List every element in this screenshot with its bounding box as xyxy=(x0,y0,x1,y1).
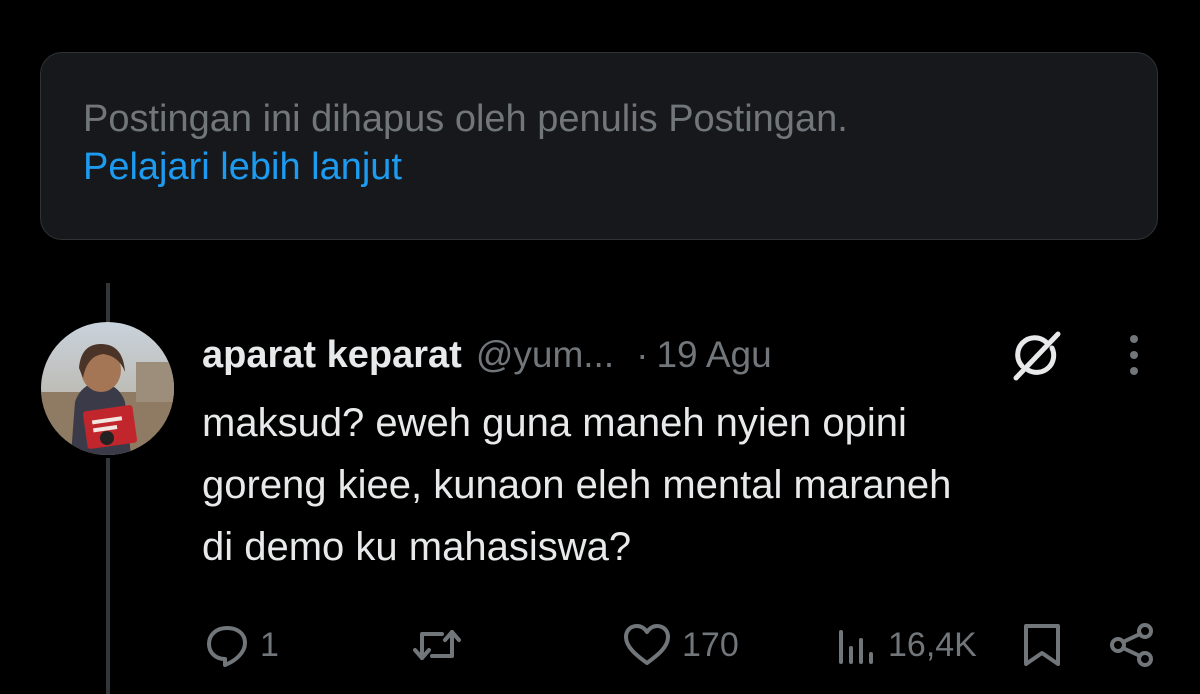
share-icon xyxy=(1110,623,1153,667)
reply-icon xyxy=(207,626,247,667)
reply-count: 1 xyxy=(260,625,279,664)
author-handle[interactable]: @yum... xyxy=(476,334,614,376)
reply-button[interactable]: 1 xyxy=(204,620,279,670)
views-bar-icon xyxy=(839,630,873,664)
thread-line-top xyxy=(106,283,110,323)
deleted-post-message: Postingan ini dihapus oleh penulis Posti… xyxy=(83,98,848,140)
deleted-post-notice: Postingan ini dihapus oleh penulis Posti… xyxy=(40,52,1158,240)
bookmark-button[interactable] xyxy=(1020,620,1064,670)
repost-button[interactable] xyxy=(412,620,472,670)
bookmark-icon xyxy=(1024,624,1060,666)
thread-line-bottom xyxy=(106,458,110,694)
like-count: 170 xyxy=(682,625,739,664)
author-display-name[interactable]: aparat keparat xyxy=(202,334,462,377)
header-separator: · xyxy=(636,334,649,375)
like-button[interactable]: 170 xyxy=(622,620,739,670)
more-vertical-icon[interactable] xyxy=(1116,330,1152,380)
view-count: 16,4K xyxy=(888,625,977,664)
avatar-photo xyxy=(41,322,174,455)
repost-icon xyxy=(413,630,461,660)
grok-icon[interactable] xyxy=(1008,328,1064,384)
avatar[interactable] xyxy=(41,322,174,455)
share-button[interactable] xyxy=(1108,620,1156,670)
reply-header: aparat keparat @yum... · 19 Agu xyxy=(202,330,772,380)
heart-icon xyxy=(624,624,670,665)
post-date[interactable]: 19 Agu xyxy=(656,334,771,376)
views-button[interactable]: 16,4K xyxy=(834,620,977,670)
reply-text: maksud? eweh guna maneh nyien opini gore… xyxy=(202,401,952,569)
learn-more-link[interactable]: Pelajari lebih lanjut xyxy=(83,143,402,191)
